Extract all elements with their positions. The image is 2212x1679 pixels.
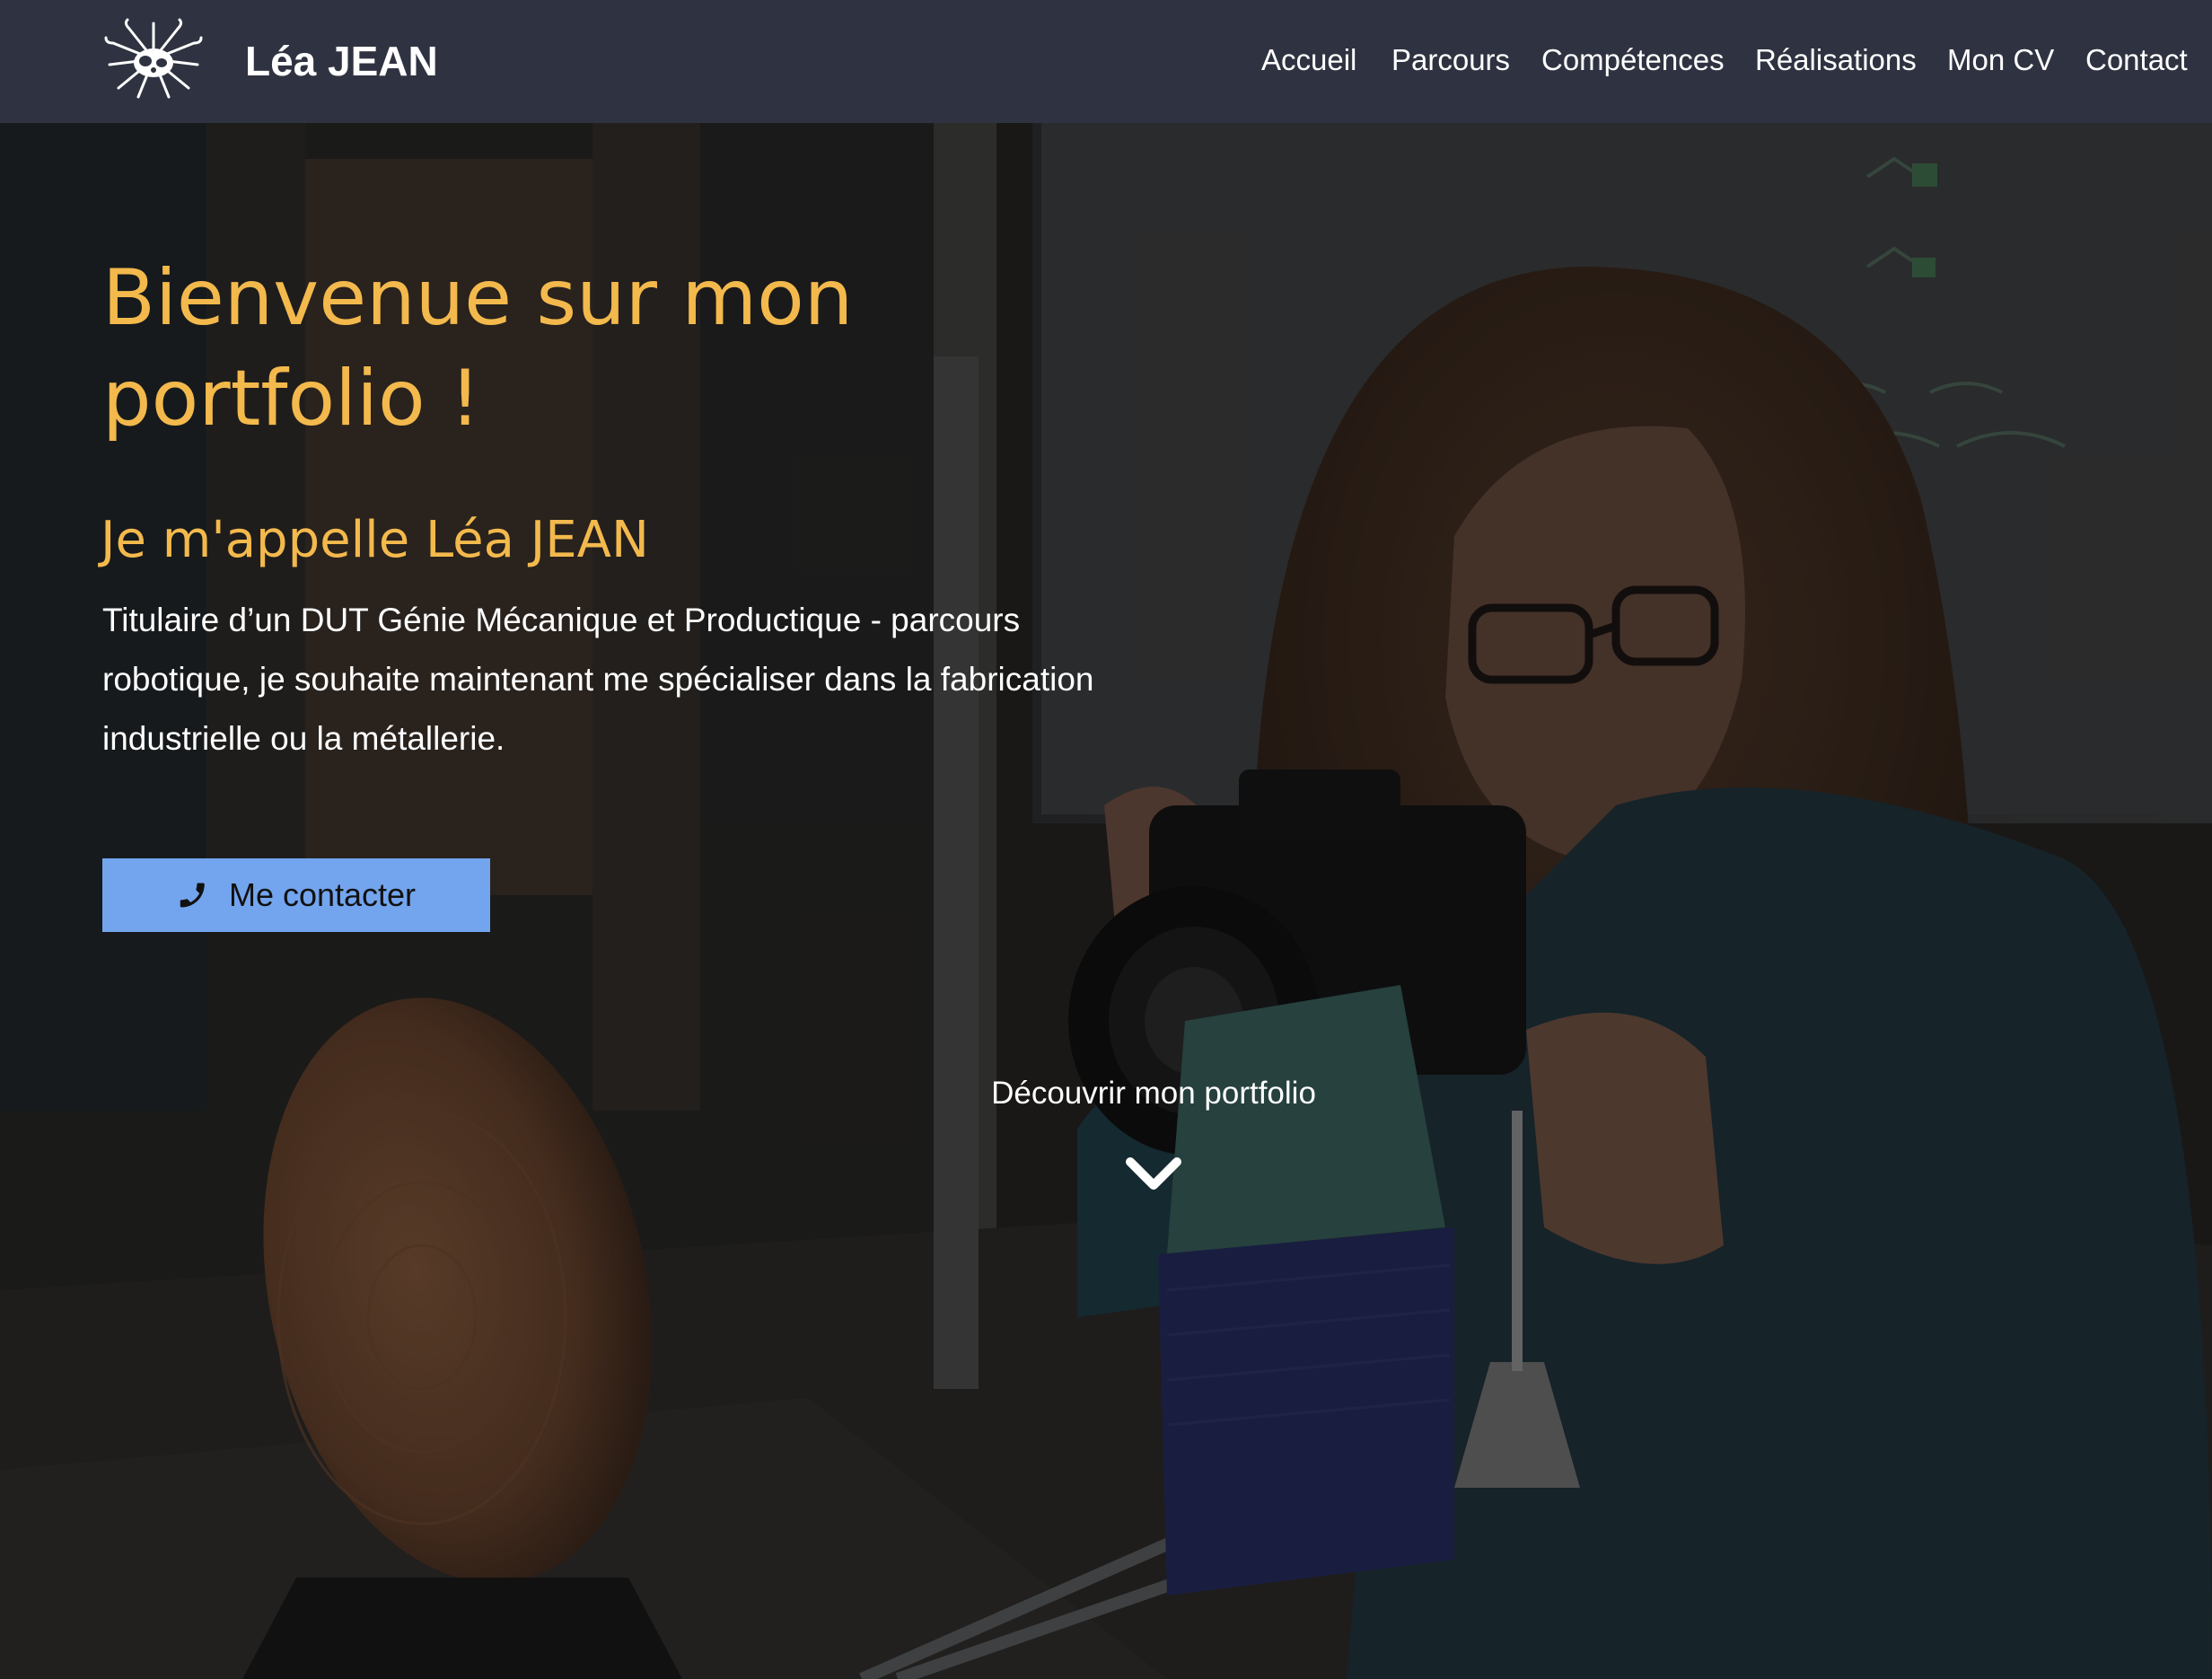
contact-button[interactable]: Me contacter — [102, 858, 490, 932]
hero-title: Bienvenue sur mon portfolio ! — [102, 253, 854, 444]
hero-description: Titulaire d’un DUT Génie Mécanique et Pr… — [102, 602, 1094, 757]
contact-button-label: Me contacter — [228, 876, 417, 913]
nav-item-contact[interactable]: Contact — [2085, 40, 2188, 81]
flower-logo-icon[interactable] — [102, 16, 205, 102]
nav-item-accueil[interactable]: Accueil — [1261, 40, 1356, 81]
navbar: Léa JEAN Accueil Parcours Compétences Ré… — [0, 0, 2212, 123]
discover-portfolio-link[interactable]: Découvrir mon portfolio — [934, 1071, 1374, 1116]
chevron-down-icon[interactable] — [1125, 1155, 1182, 1194]
brand-name[interactable]: Léa JEAN — [245, 34, 438, 88]
nav-item-mon-cv[interactable]: Mon CV — [1947, 40, 2054, 81]
phone-icon — [180, 883, 205, 908]
nav-item-realisations[interactable]: Réalisations — [1755, 40, 1917, 81]
nav-item-parcours[interactable]: Parcours — [1391, 40, 1510, 81]
nav-item-competences[interactable]: Compétences — [1541, 40, 1725, 81]
hero-subtitle: Je m'appelle Léa JEAN — [101, 511, 649, 569]
